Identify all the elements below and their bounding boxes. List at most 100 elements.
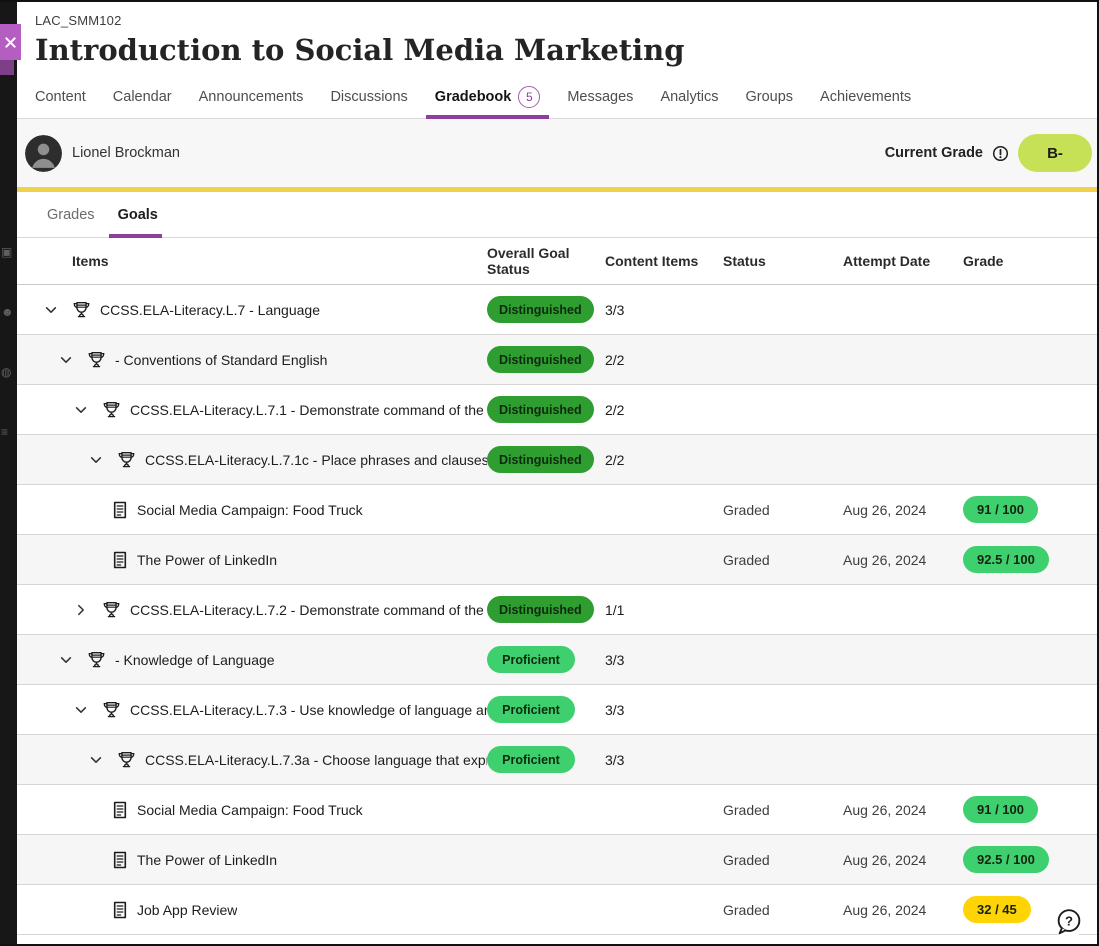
table-row: CCSS.ELA-Literacy.L.7.1c - Place phrases… bbox=[17, 435, 1097, 485]
student-name: Lionel Brockman bbox=[72, 145, 180, 161]
content-items-cell: 3/3 bbox=[605, 702, 723, 718]
table-row: CCSS.ELA-Literacy.L.7.3a - Choose langua… bbox=[17, 735, 1097, 785]
goal-name: - Conventions of Standard English bbox=[115, 352, 327, 368]
row-items-cell: CCSS.ELA-Literacy.L.7.3 - Use knowledge … bbox=[35, 700, 487, 719]
course-page: LAC_SMM102 Introduction to Social Media … bbox=[17, 2, 1097, 944]
goals-table-body: CCSS.ELA-Literacy.L.7 - LanguageDistingu… bbox=[17, 285, 1097, 935]
content-item-name: Job App Review bbox=[137, 902, 237, 918]
nav-tab-achievements[interactable]: Achievements bbox=[820, 76, 911, 118]
gradebook-subtabs: Grades Goals bbox=[17, 192, 1097, 238]
nav-tab-announcements[interactable]: Announcements bbox=[199, 76, 304, 118]
table-row: CCSS.ELA-Literacy.L.7.2 - Demonstrate co… bbox=[17, 585, 1097, 635]
document-icon bbox=[112, 801, 128, 819]
goal-status-badge: Distinguished bbox=[487, 346, 594, 373]
grade-pill[interactable]: 92.5 / 100 bbox=[963, 546, 1049, 573]
nav-tab-analytics[interactable]: Analytics bbox=[660, 76, 718, 118]
row-items-cell: Job App Review bbox=[35, 901, 487, 919]
table-row: - Conventions of Standard English Disting… bbox=[17, 335, 1097, 385]
goal-name: CCSS.ELA-Literacy.L.7.3a - Choose langua… bbox=[145, 752, 487, 768]
course-nav: Content Calendar Announcements Discussio… bbox=[17, 76, 1097, 119]
row-items-cell: CCSS.ELA-Literacy.L.7.3a - Choose langua… bbox=[35, 750, 487, 769]
content-item-name: Social Media Campaign: Food Truck bbox=[137, 802, 363, 818]
chevron-down-icon[interactable] bbox=[74, 703, 88, 717]
goal-status-badge: Distinguished bbox=[487, 596, 594, 623]
goal-status-cell: Distinguished bbox=[487, 596, 605, 623]
header-grade: Grade bbox=[963, 253, 1081, 269]
chevron-down-icon[interactable] bbox=[44, 303, 58, 317]
nav-tab-gradebook[interactable]: Gradebook 5 bbox=[435, 76, 541, 118]
attempt-date-cell: Aug 26, 2024 bbox=[843, 902, 963, 918]
content-item-name: Social Media Campaign: Food Truck bbox=[137, 502, 363, 518]
goal-status-badge: Proficient bbox=[487, 646, 575, 673]
goal-status-badge: Distinguished bbox=[487, 396, 594, 423]
goal-name: CCSS.ELA-Literacy.L.7.1c - Place phrases… bbox=[145, 452, 487, 468]
content-items-cell: 2/2 bbox=[605, 452, 723, 468]
goal-status-cell: Distinguished bbox=[487, 396, 605, 423]
grade-pill[interactable]: 92.5 / 100 bbox=[963, 846, 1049, 873]
header-items: Items bbox=[35, 253, 487, 269]
document-icon bbox=[112, 851, 128, 869]
current-grade-label: Current Grade bbox=[885, 145, 983, 161]
sidebar-partial-icon: ◍ bbox=[1, 365, 11, 379]
document-icon bbox=[112, 551, 128, 569]
table-row: The Power of LinkedInGradedAug 26, 20249… bbox=[17, 535, 1097, 585]
row-items-cell: - Conventions of Standard English bbox=[35, 350, 487, 369]
course-code: LAC_SMM102 bbox=[35, 13, 1097, 28]
chevron-down-icon[interactable] bbox=[89, 753, 103, 767]
table-row: The Power of LinkedInGradedAug 26, 20249… bbox=[17, 835, 1097, 885]
document-icon bbox=[112, 901, 128, 919]
row-items-cell: CCSS.ELA-Literacy.L.7 - Language bbox=[35, 300, 487, 319]
content-item-name: The Power of LinkedIn bbox=[137, 552, 277, 568]
status-cell: Graded bbox=[723, 552, 843, 568]
nav-tab-messages[interactable]: Messages bbox=[567, 76, 633, 118]
content-items-cell: 3/3 bbox=[605, 652, 723, 668]
nav-tab-groups[interactable]: Groups bbox=[745, 76, 793, 118]
gradebook-count-badge: 5 bbox=[518, 86, 540, 108]
nav-tab-discussions[interactable]: Discussions bbox=[330, 76, 407, 118]
nav-tab-calendar[interactable]: Calendar bbox=[113, 76, 172, 118]
status-cell: Graded bbox=[723, 802, 843, 818]
chevron-down-icon[interactable] bbox=[59, 653, 73, 667]
chevron-down-icon[interactable] bbox=[89, 453, 103, 467]
grade-cell: 91 / 100 bbox=[963, 496, 1081, 523]
goal-trophy-icon bbox=[87, 350, 106, 369]
help-button[interactable]: ? bbox=[1053, 906, 1085, 938]
goal-status-badge: Distinguished bbox=[487, 296, 594, 323]
goal-status-badge: Distinguished bbox=[487, 446, 594, 473]
close-panel-button[interactable] bbox=[0, 24, 21, 60]
page-title: Introduction to Social Media Marketing bbox=[35, 33, 1097, 67]
table-row: CCSS.ELA-Literacy.L.7.1 - Demonstrate co… bbox=[17, 385, 1097, 435]
goal-trophy-icon bbox=[117, 750, 136, 769]
goal-name: CCSS.ELA-Literacy.L.7.2 - Demonstrate co… bbox=[130, 602, 487, 618]
status-cell: Graded bbox=[723, 502, 843, 518]
goal-trophy-icon bbox=[117, 450, 136, 469]
table-row: Job App ReviewGradedAug 26, 202432 / 45 bbox=[17, 885, 1097, 935]
goal-trophy-icon bbox=[102, 600, 121, 619]
goal-status-badge: Proficient bbox=[487, 696, 575, 723]
grade-pill[interactable]: 91 / 100 bbox=[963, 496, 1038, 523]
goal-status-cell: Distinguished bbox=[487, 346, 605, 373]
row-items-cell: CCSS.ELA-Literacy.L.7.1 - Demonstrate co… bbox=[35, 400, 487, 419]
chevron-down-icon[interactable] bbox=[59, 353, 73, 367]
attempt-date-cell: Aug 26, 2024 bbox=[843, 852, 963, 868]
current-grade-pill[interactable]: B- bbox=[1018, 134, 1092, 172]
nav-tab-content[interactable]: Content bbox=[35, 76, 86, 118]
grade-pill[interactable]: 91 / 100 bbox=[963, 796, 1038, 823]
goal-status-badge: Proficient bbox=[487, 746, 575, 773]
goal-name: CCSS.ELA-Literacy.L.7.1 - Demonstrate co… bbox=[130, 402, 487, 418]
goal-name: CCSS.ELA-Literacy.L.7.3 - Use knowledge … bbox=[130, 702, 487, 718]
goal-trophy-icon bbox=[87, 650, 106, 669]
content-items-cell: 2/2 bbox=[605, 352, 723, 368]
goal-status-cell: Proficient bbox=[487, 646, 605, 673]
grade-pill[interactable]: 32 / 45 bbox=[963, 896, 1031, 923]
tab-goals[interactable]: Goals bbox=[118, 192, 158, 237]
info-icon[interactable] bbox=[992, 145, 1009, 162]
content-items-cell: 3/3 bbox=[605, 302, 723, 318]
row-items-cell: The Power of LinkedIn bbox=[35, 851, 487, 869]
attempt-date-cell: Aug 26, 2024 bbox=[843, 502, 963, 518]
sidebar-partial-icon: ≡ bbox=[1, 425, 8, 439]
nav-tab-gradebook-label: Gradebook bbox=[435, 89, 512, 105]
chevron-down-icon[interactable] bbox=[74, 403, 88, 417]
chevron-right-icon[interactable] bbox=[74, 603, 88, 617]
tab-grades[interactable]: Grades bbox=[47, 192, 95, 237]
